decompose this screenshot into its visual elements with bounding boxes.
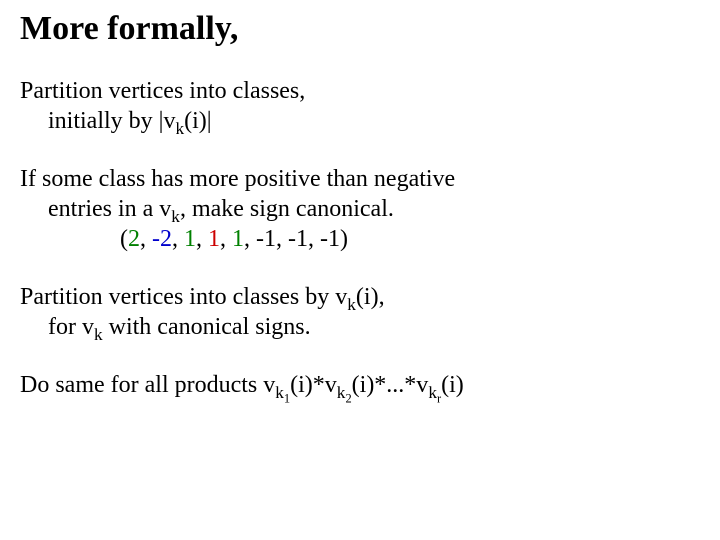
slide: More formally, Partition vertices into c… (0, 0, 720, 448)
seq-v5: 1 (232, 226, 244, 252)
seq-s7: , (308, 226, 320, 252)
p4-s3a: k (428, 383, 437, 402)
p2-sequence: (2, -2, 1, 1, 1, -1, -1, -1) (20, 224, 700, 254)
seq-v2: -2 (152, 226, 172, 252)
p1-l2a: initially by |v (48, 108, 175, 134)
p3-l2a: for v (48, 314, 94, 340)
p3-l1b: (i), (356, 284, 385, 310)
seq-s6: , (276, 226, 288, 252)
p4-c: (i)*...*v (352, 372, 429, 398)
p4-s3: kr (428, 383, 441, 402)
p4-a: Do same for all products v (20, 372, 275, 398)
p2-line2: entries in a vk, make sign canonical. (20, 194, 700, 224)
seq-s4: , (220, 226, 232, 252)
p4-s2: k2 (337, 383, 352, 402)
p2-l2b: , make sign canonical. (180, 196, 394, 222)
p1-line2: initially by |vk(i)| (20, 106, 700, 136)
p1-l2b: (i)| (184, 108, 211, 134)
p4-s1: k1 (275, 383, 290, 402)
p3-l1a: Partition vertices into classes by v (20, 284, 347, 310)
seq-v6: -1 (256, 226, 276, 252)
seq-open: ( (120, 226, 128, 252)
seq-v3: 1 (184, 226, 196, 252)
p2-l2a: entries in a v (48, 196, 171, 222)
seq-close: ) (340, 226, 348, 252)
p2-line1: If some class has more positive than neg… (20, 166, 455, 192)
seq-s5: , (244, 226, 256, 252)
seq-v7: -1 (288, 226, 308, 252)
p1-line1: Partition vertices into classes, (20, 78, 305, 104)
slide-title: More formally, (20, 10, 700, 48)
paragraph-1: Partition vertices into classes, initial… (20, 76, 700, 136)
seq-s1: , (140, 226, 152, 252)
seq-v8: -1 (320, 226, 340, 252)
p3-l1-sub: k (347, 295, 356, 314)
seq-v1: 2 (128, 226, 140, 252)
paragraph-2: If some class has more positive than neg… (20, 164, 700, 254)
p3-line2: for vk with canonical signs. (20, 312, 700, 342)
seq-s2: , (172, 226, 184, 252)
seq-v4: 1 (208, 226, 220, 252)
p4-s1a: k (275, 383, 284, 402)
paragraph-4: Do same for all products vk1(i)*vk2(i)*.… (20, 370, 700, 400)
p3-l2-sub: k (94, 325, 103, 344)
p1-l2-sub: k (175, 119, 184, 138)
p4-b: (i)*v (290, 372, 337, 398)
seq-s3: , (196, 226, 208, 252)
p3-l2b: with canonical signs. (103, 314, 311, 340)
p2-l2-sub: k (171, 207, 180, 226)
p4-d: (i) (441, 372, 464, 398)
paragraph-3: Partition vertices into classes by vk(i)… (20, 282, 700, 342)
